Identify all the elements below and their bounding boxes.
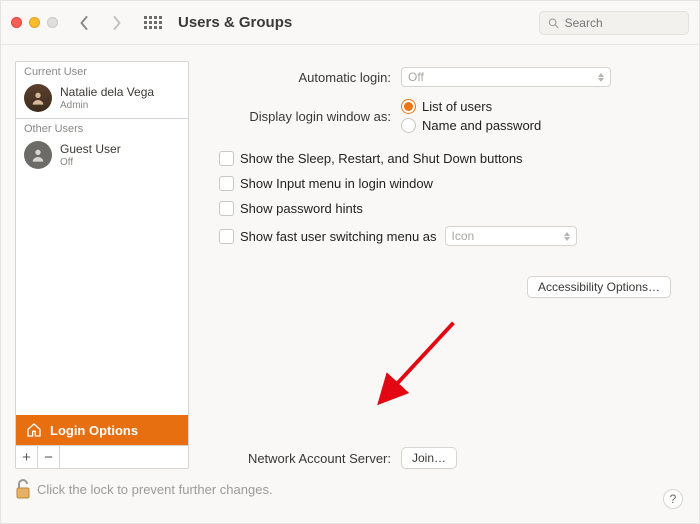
current-user-name: Natalie dela Vega xyxy=(60,85,154,99)
toolbar: Users & Groups xyxy=(1,1,699,45)
checkbox-sleep-label: Show the Sleep, Restart, and Shut Down b… xyxy=(240,151,523,166)
search-icon xyxy=(548,17,559,29)
join-button[interactable]: Join… xyxy=(401,447,457,469)
home-icon xyxy=(26,422,42,438)
help-button[interactable]: ? xyxy=(663,489,683,509)
sidebar-item-guest-user[interactable]: Guest User Off xyxy=(16,137,188,173)
login-options-button[interactable]: Login Options xyxy=(16,415,188,445)
fast-user-mode-value: Icon xyxy=(452,229,475,243)
remove-user-button[interactable]: − xyxy=(38,446,60,468)
checkbox-password-hints[interactable] xyxy=(219,201,234,216)
other-user-role: Off xyxy=(60,157,121,168)
display-label: Display login window as: xyxy=(203,109,401,124)
zoom-window xyxy=(47,17,58,28)
radio-name-password[interactable] xyxy=(401,118,416,133)
current-user-header: Current User xyxy=(16,62,188,80)
search-input[interactable] xyxy=(563,15,680,31)
checkbox-sleep-restart[interactable] xyxy=(219,151,234,166)
current-user-role: Admin xyxy=(60,100,154,111)
checkbox-hints-label: Show password hints xyxy=(240,201,363,216)
checkbox-fast-label: Show fast user switching menu as xyxy=(240,229,437,244)
auto-login-value: Off xyxy=(408,70,424,84)
lock-icon[interactable] xyxy=(15,479,31,499)
sidebar-footer: + − xyxy=(16,445,188,468)
radio-name-label: Name and password xyxy=(422,118,541,133)
minimize-window[interactable] xyxy=(29,17,40,28)
window: Users & Groups Current User Natalie dela… xyxy=(0,0,700,524)
fast-user-mode-select[interactable]: Icon xyxy=(445,226,577,246)
checkbox-input-label: Show Input menu in login window xyxy=(240,176,433,191)
auto-login-select[interactable]: Off xyxy=(401,67,611,87)
close-window[interactable] xyxy=(11,17,22,28)
main-panel: Automatic login: Off Display login windo… xyxy=(203,61,685,469)
window-title: Users & Groups xyxy=(178,14,292,31)
show-all-icon[interactable] xyxy=(144,16,162,29)
radio-list-of-users[interactable] xyxy=(401,99,416,114)
radio-list-label: List of users xyxy=(422,99,492,114)
lock-footer: Click the lock to prevent further change… xyxy=(1,475,699,499)
users-sidebar: Current User Natalie dela Vega Admin Oth… xyxy=(15,61,189,469)
accessibility-options-button[interactable]: Accessibility Options… xyxy=(527,276,671,298)
checkbox-input-menu[interactable] xyxy=(219,176,234,191)
forward-button[interactable] xyxy=(104,12,128,34)
sidebar-item-current-user[interactable]: Natalie dela Vega Admin xyxy=(16,80,188,116)
stepper-icon xyxy=(564,232,570,241)
other-user-name: Guest User xyxy=(60,142,121,156)
auto-login-label: Automatic login: xyxy=(203,70,401,85)
search-field[interactable] xyxy=(539,11,689,35)
add-user-button[interactable]: + xyxy=(16,446,38,468)
login-options-label: Login Options xyxy=(50,423,138,438)
content: Current User Natalie dela Vega Admin Oth… xyxy=(1,45,699,475)
avatar xyxy=(24,141,52,169)
lock-text: Click the lock to prevent further change… xyxy=(37,482,273,497)
other-users-header: Other Users xyxy=(16,118,188,137)
traffic-lights xyxy=(11,17,58,28)
checkbox-fast-user-switching[interactable] xyxy=(219,229,234,244)
stepper-icon xyxy=(598,73,604,82)
avatar xyxy=(24,84,52,112)
network-account-label: Network Account Server: xyxy=(203,451,401,466)
back-button[interactable] xyxy=(72,12,96,34)
